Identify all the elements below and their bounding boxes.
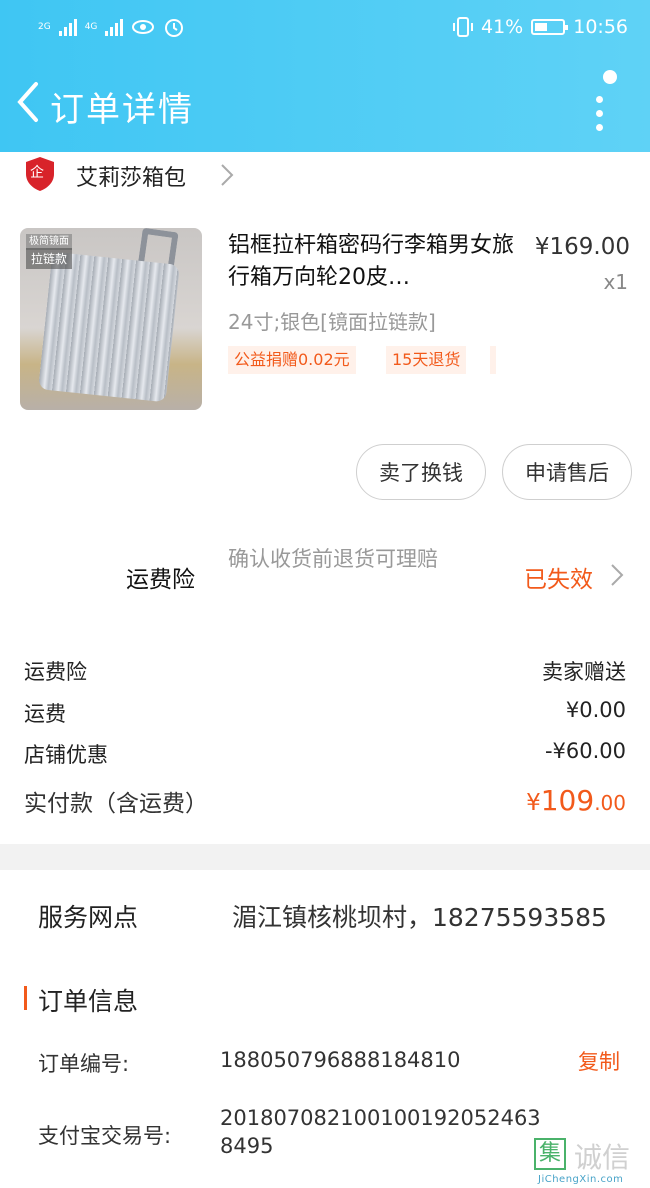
product-image[interactable]: 极简镜面 拉链款 (20, 228, 202, 410)
section-accent-bar (24, 986, 27, 1010)
tag-return-policy: 15天退货 (386, 346, 467, 374)
app-header: 2G 4G 41% 10:56 订单详情 (0, 0, 650, 152)
signal-icon (58, 18, 77, 36)
product-quantity: x1 (603, 270, 628, 294)
total-amount: ¥109.00 (526, 784, 626, 818)
signal-icon-2 (105, 18, 124, 36)
service-point-label: 服务网点 (38, 903, 139, 932)
service-point-value: 湄江镇核桃坝村，18275593585 (232, 903, 607, 932)
tag-overflow (490, 346, 496, 374)
insurance-desc: 确认收货前退货可理赔 (228, 547, 438, 571)
sell-button[interactable]: 卖了换钱 (356, 444, 486, 500)
total-decimal: .00 (594, 791, 626, 815)
order-number-label: 订单编号: (38, 1052, 130, 1076)
product-price: ¥169.00 (534, 234, 630, 260)
alipay-number-line-2: 8495 (220, 1134, 274, 1158)
total-row: 实付款（含运费） ¥109.00 (24, 784, 626, 818)
eye-icon (132, 20, 155, 34)
battery-icon (531, 19, 569, 35)
nav-bar: 订单详情 (0, 70, 650, 140)
network-type-2: 4G (84, 21, 98, 32)
insurance-label: 运费险 (126, 567, 195, 593)
alarm-icon (165, 19, 184, 37)
tag-charity: 公益捐赠0.02元 (228, 346, 356, 374)
store-row[interactable]: 企 艾莉莎箱包 (0, 152, 650, 200)
watermark: 集 诚信 JiChengXin.com (534, 1138, 648, 1188)
cost-row: 店铺优惠 -¥60.00 (24, 739, 626, 769)
cost-value: -¥60.00 (544, 739, 626, 763)
total-integer: 109 (540, 784, 595, 817)
store-logo-text: 企 (30, 165, 44, 181)
page-title: 订单详情 (50, 90, 194, 130)
back-arrow-icon[interactable] (12, 80, 42, 124)
order-number: 1880507968881848​10 (220, 1048, 461, 1072)
section-divider (0, 844, 650, 870)
notification-dot (603, 70, 617, 84)
alipay-number-label: 支付宝交易号: (38, 1124, 172, 1148)
image-tag-bottom: 拉链款 (26, 248, 72, 269)
cost-label: 店铺优惠 (24, 743, 108, 767)
watermark-url: JiChengXin.com (538, 1174, 624, 1185)
battery-percent: 41% (481, 16, 524, 38)
watermark-text: 诚信 (574, 1141, 631, 1174)
total-label: 实付款（含运费） (24, 791, 208, 817)
cost-label: 运费险 (24, 660, 87, 684)
product-spec: 24寸;银色[镜面拉链款] (228, 310, 436, 334)
watermark-logo: 集 (534, 1138, 566, 1170)
after-sale-button[interactable]: 申请售后 (502, 444, 632, 500)
total-currency: ¥ (526, 790, 541, 816)
insurance-status: 已失效 (524, 567, 593, 593)
cost-row: 运费 ¥0.00 (24, 698, 626, 728)
status-bar: 2G 4G 41% 10:56 (0, 10, 650, 46)
order-info-title: 订单信息 (38, 987, 139, 1016)
copy-button[interactable]: 复制 (578, 1046, 620, 1076)
store-name[interactable]: 艾莉莎箱包 (76, 160, 186, 192)
vibrate-icon (453, 17, 473, 37)
clock: 10:56 (573, 16, 628, 38)
cost-row: 运费险 卖家赠送 (24, 656, 626, 686)
suitcase-illustration (38, 251, 180, 403)
network-type-1: 2G (38, 21, 51, 32)
cost-label: 运费 (24, 702, 66, 726)
product-title[interactable]: 铝框拉杆箱密码行李箱男女旅行箱万向轮20皮… (228, 230, 518, 294)
chevron-right-icon (221, 164, 234, 186)
cost-value: 卖家赠送 (542, 660, 626, 684)
alipay-number-line-1: 20180708210010019205​2463 (220, 1106, 541, 1130)
more-menu-icon[interactable] (586, 70, 617, 132)
cost-value: ¥0.00 (565, 698, 626, 722)
chevron-right-icon (611, 564, 624, 586)
